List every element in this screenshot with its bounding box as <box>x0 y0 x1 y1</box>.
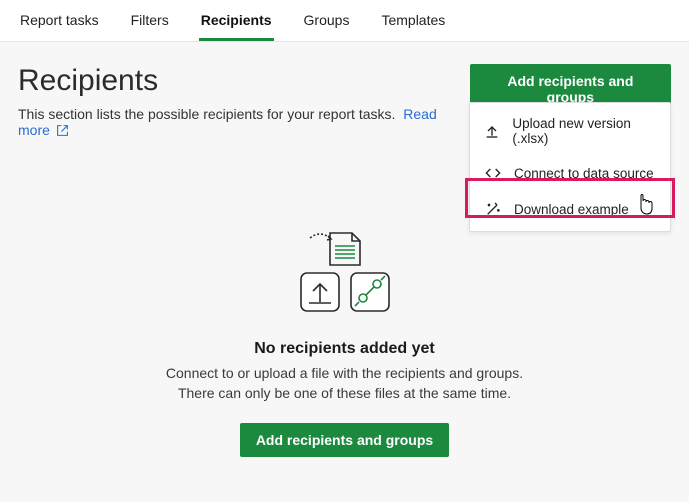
external-link-icon <box>56 124 69 137</box>
empty-state: No recipients added yet Connect to or up… <box>165 228 525 457</box>
wand-icon <box>484 200 502 218</box>
tab-templates[interactable]: Templates <box>379 0 447 41</box>
menu-item-label: Download example <box>514 202 629 217</box>
empty-add-recipients-button[interactable]: Add recipients and groups <box>240 423 449 457</box>
menu-item-label: Upload new version (.xlsx) <box>512 116 656 146</box>
tab-recipients[interactable]: Recipients <box>199 0 274 41</box>
menu-download-example[interactable]: Download example <box>470 191 670 227</box>
upload-icon <box>484 122 500 140</box>
add-dropdown-menu: Upload new version (.xlsx) Connect to da… <box>469 102 671 232</box>
empty-text: Connect to or upload a file with the rec… <box>165 364 525 403</box>
code-icon <box>484 164 502 182</box>
top-tabs: Report tasks Filters Recipients Groups T… <box>0 0 689 42</box>
menu-upload-new-version[interactable]: Upload new version (.xlsx) <box>470 107 670 155</box>
tab-filters[interactable]: Filters <box>129 0 171 41</box>
page-title: Recipients <box>18 64 470 98</box>
empty-illustration <box>275 228 415 326</box>
page-subtitle: This section lists the possible recipien… <box>18 106 470 138</box>
tab-report-tasks[interactable]: Report tasks <box>18 0 101 41</box>
menu-item-label: Connect to data source <box>514 166 654 181</box>
subtitle-text: This section lists the possible recipien… <box>18 106 395 122</box>
page-body: Recipients This section lists the possib… <box>0 42 689 502</box>
tab-groups[interactable]: Groups <box>302 0 352 41</box>
menu-connect-data-source[interactable]: Connect to data source <box>470 155 670 191</box>
empty-title: No recipients added yet <box>165 340 525 358</box>
